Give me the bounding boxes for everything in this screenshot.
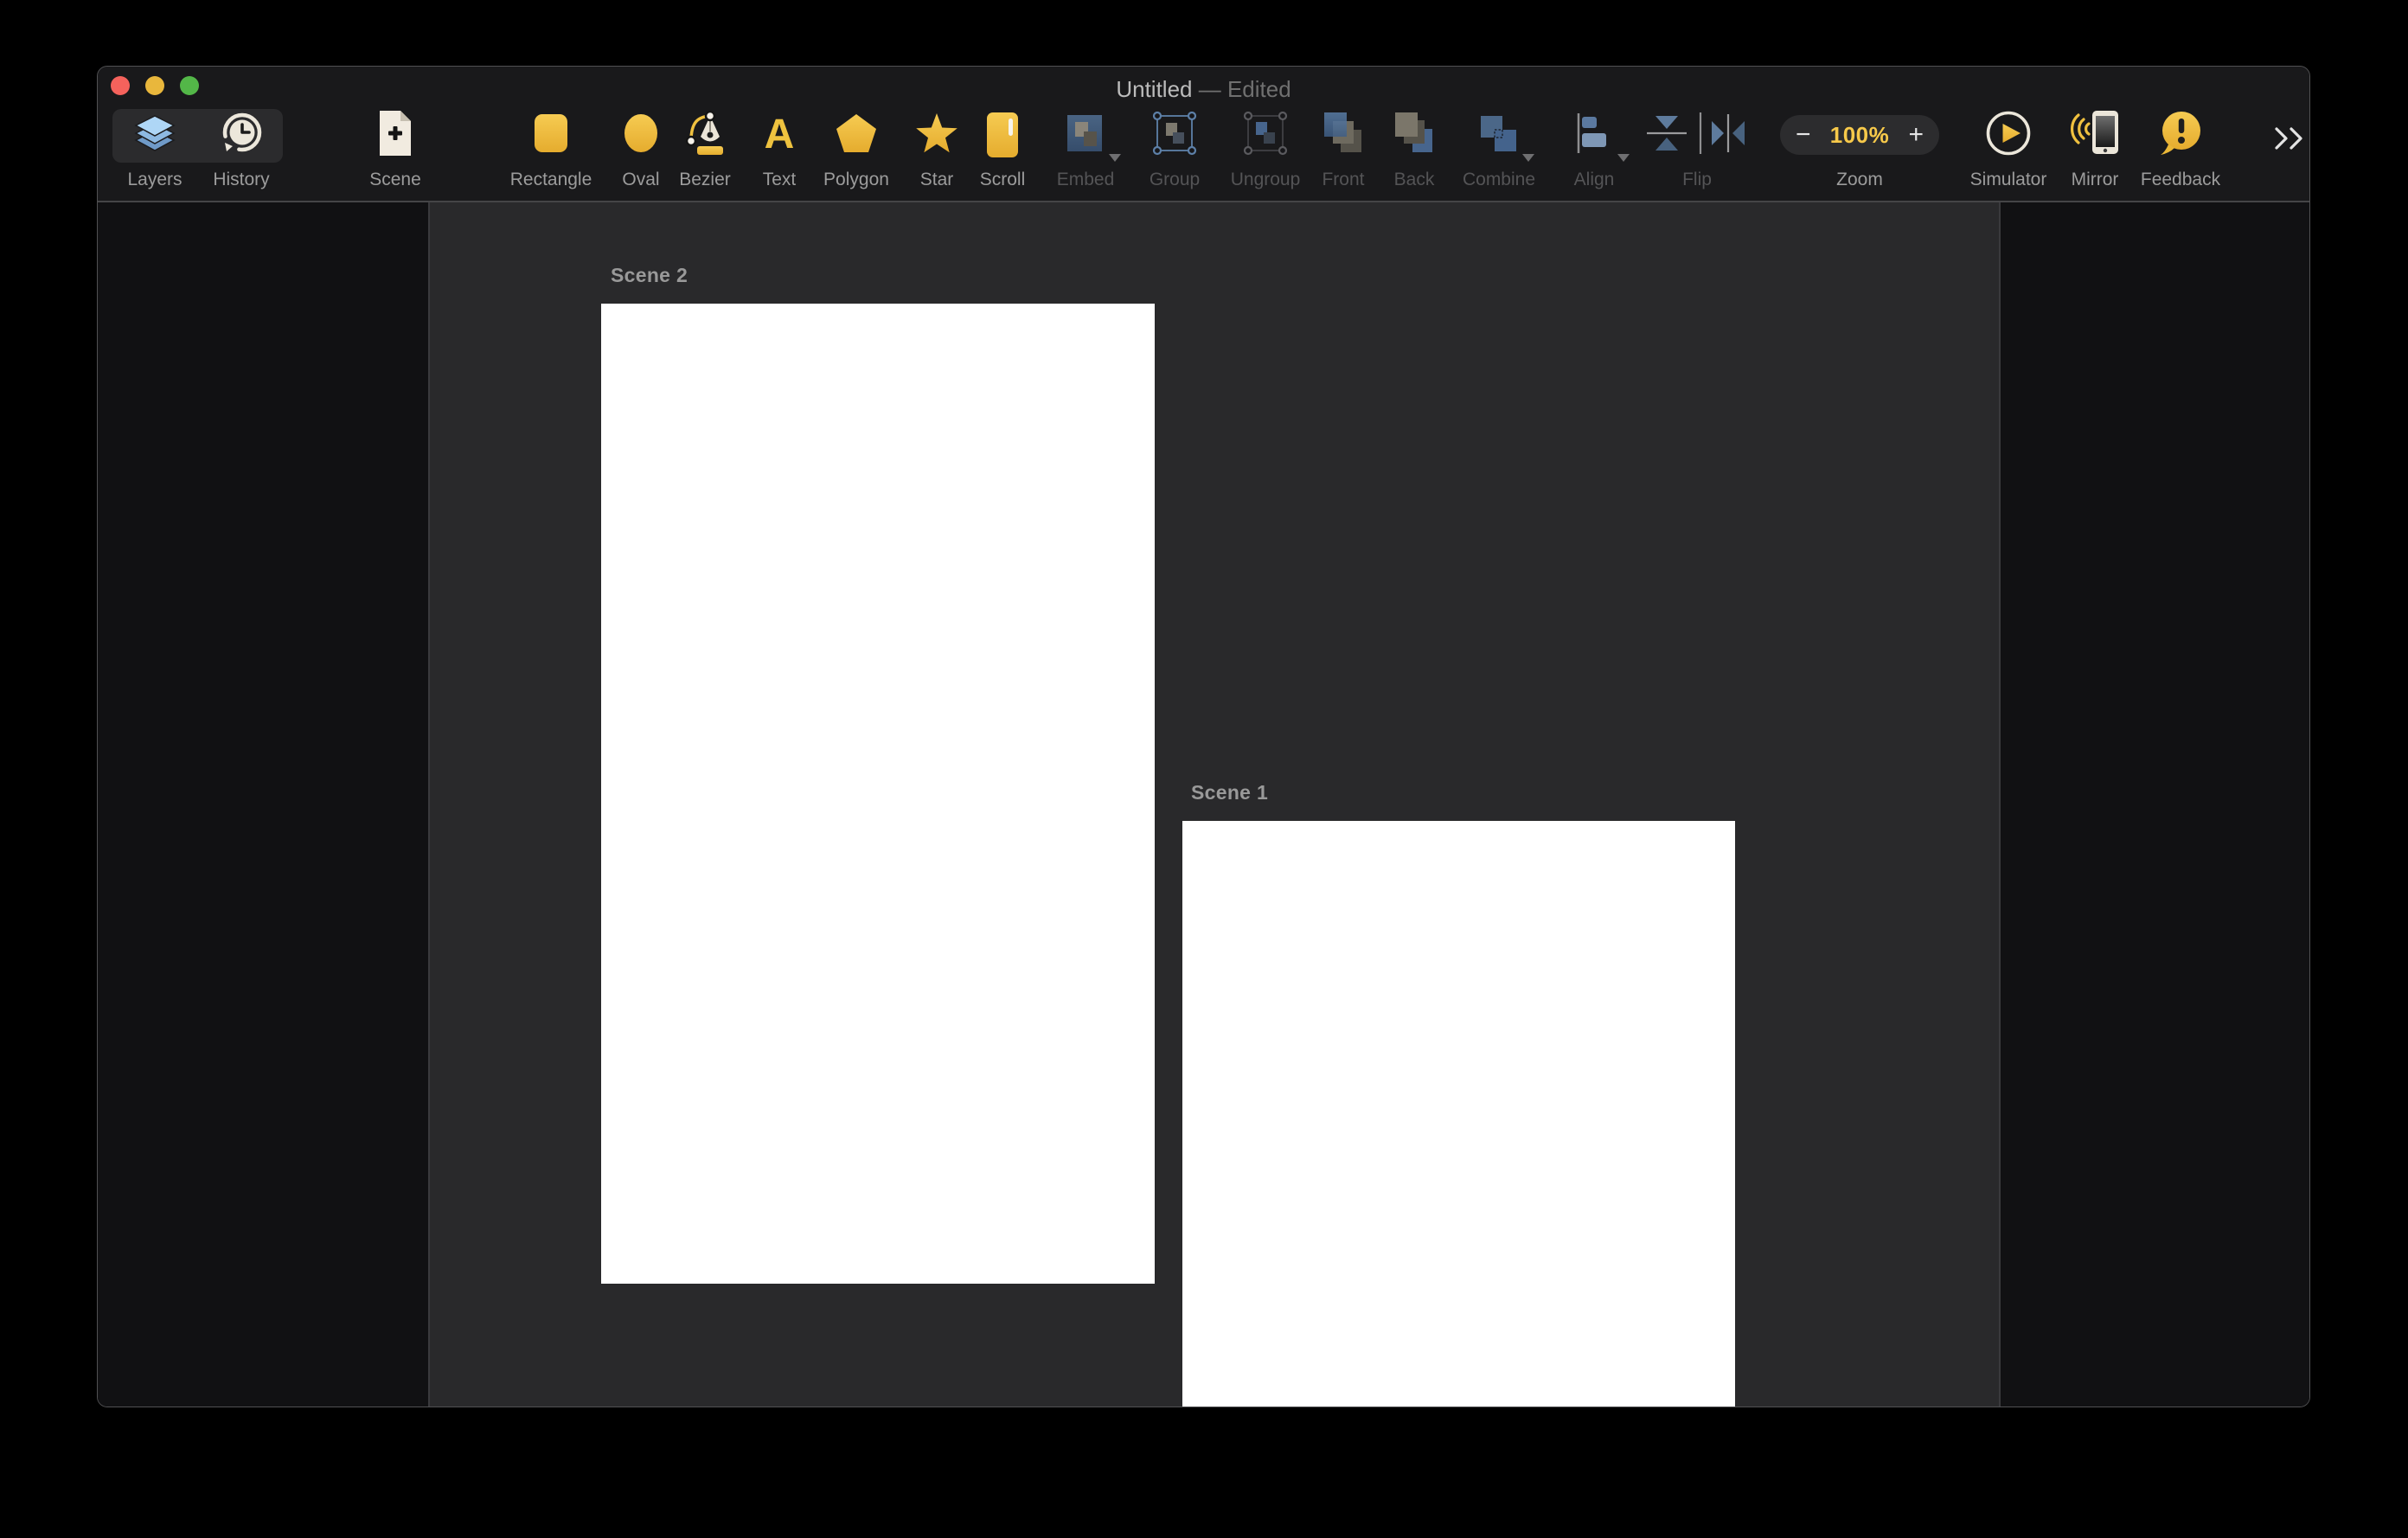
titlebar[interactable]: Untitled — Edited (98, 67, 2309, 108)
zoom-in-button[interactable]: + (1908, 122, 1924, 148)
toolbar-overflow-button[interactable] (2273, 127, 2306, 154)
history-button[interactable]: History (176, 108, 306, 190)
zoom-pill: − 100% + (1780, 115, 1939, 155)
scene-2-title[interactable]: Scene 2 (611, 264, 688, 287)
double-chevron-right-icon (2273, 138, 2306, 153)
app-window: Untitled — Edited Layers (97, 66, 2310, 1407)
simulator-play-icon (1985, 110, 2032, 161)
align-icon (1572, 111, 1616, 160)
history-icon (218, 110, 265, 161)
zoom-out-button[interactable]: − (1796, 122, 1811, 148)
scene-button[interactable]: Scene (330, 108, 460, 190)
document-status: — Edited (1199, 76, 1291, 102)
align-dropdown-icon (1617, 154, 1630, 162)
artboard-scene-1[interactable] (1182, 821, 1735, 1407)
send-to-back-icon (1391, 109, 1438, 162)
scroll-icon (987, 112, 1018, 157)
document-area: Scene 2 Scene 1 (98, 202, 2309, 1407)
flip-label: Flip (1632, 170, 1762, 190)
text-tool-icon: A (765, 114, 795, 156)
right-panel (2001, 202, 2309, 1407)
window-title: Untitled — Edited (98, 67, 2309, 108)
zoom-label: Zoom (1769, 170, 1950, 190)
artboard-scene-2[interactable] (601, 304, 1155, 1284)
group-icon (1151, 110, 1198, 161)
new-scene-icon (377, 110, 413, 161)
document-title: Untitled (1116, 76, 1192, 102)
mirror-phone-icon (2070, 109, 2120, 162)
left-panel (98, 202, 428, 1407)
layers-icon (133, 113, 176, 157)
embed-icon (1066, 112, 1105, 159)
feedback-bubble-icon (2158, 110, 2203, 161)
combine-icon (1478, 112, 1520, 159)
zoom-level-value[interactable]: 100% (1830, 122, 1890, 149)
feedback-button[interactable]: Feedback (2116, 108, 2245, 190)
feedback-label: Feedback (2116, 170, 2245, 190)
scene-label: Scene (330, 170, 460, 190)
flip-button[interactable]: Flip (1632, 108, 1762, 190)
history-label: History (176, 170, 306, 190)
zoom-control: − 100% + Zoom (1769, 108, 1950, 190)
toolbar: Untitled — Edited Layers (98, 67, 2309, 202)
flip-vertical-horizontal-icon (1646, 111, 1748, 160)
scene-1-title[interactable]: Scene 1 (1191, 781, 1268, 804)
rectangle-icon (533, 112, 569, 159)
